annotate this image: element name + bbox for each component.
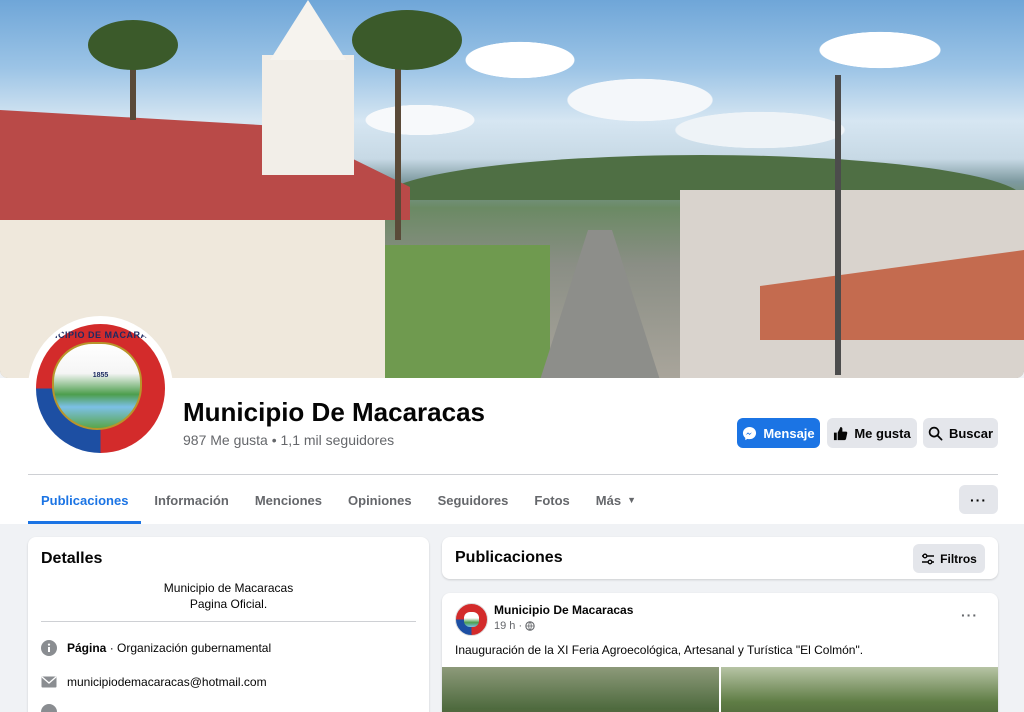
seal-year: 1855: [92, 372, 109, 379]
cover-bell-tower: [262, 55, 354, 175]
sliders-icon: [922, 553, 935, 564]
post-text: Inauguración de la XI Feria Agroecológic…: [455, 643, 864, 657]
post-author-avatar[interactable]: [455, 603, 488, 636]
filters-button[interactable]: Filtros: [913, 544, 985, 573]
circle-icon: [41, 704, 57, 712]
cover-palm-right: [395, 40, 401, 240]
posts-title: Publicaciones: [455, 549, 563, 566]
tab-label: Seguidores: [437, 492, 509, 508]
email-row: municipiodemacaracas@hotmail.com: [41, 674, 267, 690]
filters-label: Filtros: [940, 551, 977, 566]
category-label: Página: [67, 641, 107, 655]
profile-tabs: Publicaciones Información Menciones Opin…: [28, 476, 649, 524]
tab-label: Información: [154, 492, 229, 508]
messenger-icon: [743, 426, 757, 440]
tab-publicaciones[interactable]: Publicaciones: [28, 476, 142, 524]
cover-palm-crown: [88, 20, 178, 70]
post-meta: 19 h ·: [494, 620, 535, 632]
like-label: Me gusta: [854, 425, 911, 441]
email-link[interactable]: municipiodemacaracas@hotmail.com: [67, 675, 267, 689]
post-photo-1[interactable]: [442, 667, 719, 712]
tab-label: Publicaciones: [41, 492, 129, 508]
tab-opiniones[interactable]: Opiniones: [335, 476, 425, 524]
post-photos[interactable]: [442, 667, 998, 712]
tab-fotos[interactable]: Fotos: [521, 476, 582, 524]
tab-label: Menciones: [254, 492, 323, 508]
info-icon: [41, 640, 57, 656]
globe-icon: [525, 621, 535, 631]
details-divider: [41, 621, 416, 622]
caret-down-icon: ▼: [627, 495, 636, 505]
post-author-name[interactable]: Municipio De Macaracas: [494, 603, 633, 617]
search-button[interactable]: Buscar: [923, 418, 998, 448]
tab-label: Opiniones: [348, 492, 412, 508]
post-photo-2[interactable]: [721, 667, 998, 712]
post-card: Municipio De Macaracas 19 h · ··· Inaugu…: [442, 593, 998, 712]
thumbs-up-icon: [834, 426, 848, 440]
tab-seguidores[interactable]: Seguidores: [425, 476, 522, 524]
post-time[interactable]: 19 h ·: [494, 620, 522, 632]
category-value: · Organización gubernamental: [106, 641, 272, 655]
seal-lettering: MUNICIPIO DE MACARACAS: [32, 330, 168, 340]
tab-informacion[interactable]: Información: [141, 476, 241, 524]
about-line-1: Municipio de Macaracas: [163, 581, 294, 595]
cover-road: [540, 230, 660, 378]
like-button[interactable]: Me gusta: [827, 418, 917, 448]
about-line-2: Pagina Oficial.: [189, 597, 268, 611]
page-stats[interactable]: 987 Me gusta • 1,1 mil seguidores: [183, 432, 394, 448]
message-button[interactable]: Mensaje: [737, 418, 820, 448]
tab-menciones[interactable]: Menciones: [242, 476, 335, 524]
envelope-icon: [41, 674, 57, 690]
profile-avatar[interactable]: MUNICIPIO DE MACARACAS 1855: [28, 316, 173, 461]
page-title: Municipio De Macaracas: [183, 397, 485, 427]
cover-utility-pole: [835, 75, 841, 375]
search-label: Buscar: [948, 425, 994, 441]
partial-row: [41, 704, 57, 712]
more-options-button[interactable]: ···: [959, 485, 998, 514]
search-icon: [928, 426, 943, 440]
header-divider: [28, 474, 998, 475]
about-text: Municipio de Macaracas Pagina Oficial.: [28, 580, 429, 612]
posts-header-card: Publicaciones Filtros: [442, 537, 998, 579]
seal-shield: [52, 342, 142, 430]
cover-palm-crown: [352, 10, 462, 70]
tab-mas[interactable]: Más ▼: [583, 476, 649, 524]
category-row: Página · Organización gubernamental: [41, 640, 271, 656]
tab-label: Más: [595, 492, 622, 508]
post-options-button[interactable]: ···: [961, 607, 978, 623]
details-title: Detalles: [41, 550, 103, 567]
cover-photo[interactable]: [0, 0, 1024, 378]
cover-grass: [380, 245, 550, 378]
tab-label: Fotos: [534, 492, 570, 508]
message-label: Mensaje: [763, 425, 815, 441]
